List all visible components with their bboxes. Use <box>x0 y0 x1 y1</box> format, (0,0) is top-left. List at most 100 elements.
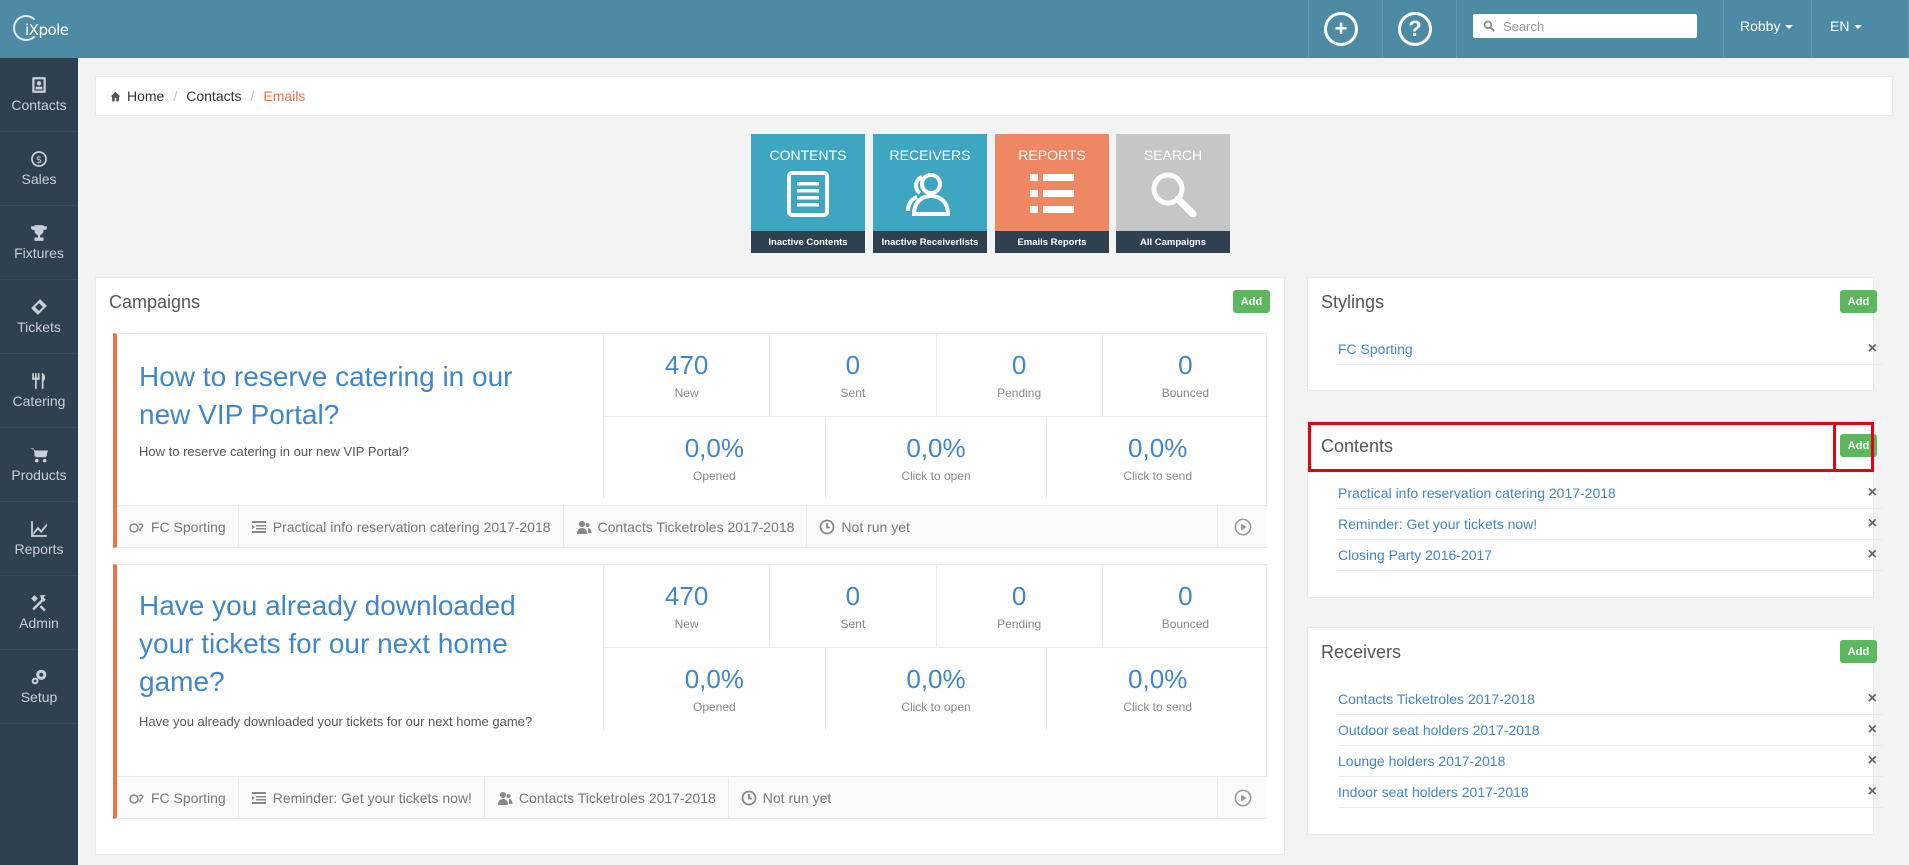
tile-footer[interactable]: Inactive Contents <box>751 231 865 253</box>
sidebar-item-label: Sales <box>21 171 57 187</box>
sidebar-item-reports[interactable]: Reports <box>0 502 78 576</box>
stat-value: 0,0% <box>684 664 744 694</box>
meta-styling[interactable]: FC Sporting <box>117 777 239 818</box>
logo[interactable]: iXpole <box>0 0 78 58</box>
stat-opened: 0,0% Opened <box>604 417 826 499</box>
panel-title: Stylings <box>1321 292 1385 312</box>
tile-footer[interactable]: Inactive Receiverlists <box>873 231 987 253</box>
clock-icon <box>820 519 835 534</box>
plus-circle-icon[interactable]: + <box>1324 12 1358 46</box>
close-icon[interactable]: × <box>1868 721 1877 739</box>
tile-reports[interactable]: REPORTS Emails Reports <box>995 134 1109 253</box>
stat-new: 470 New <box>604 334 771 416</box>
content-link[interactable]: Reminder: Get your tickets now! <box>1338 516 1537 532</box>
meta-content[interactable]: Practical info reservation catering 2017… <box>239 506 564 547</box>
meta-content[interactable]: Reminder: Get your tickets now! <box>239 777 485 818</box>
search-icon <box>1151 172 1197 217</box>
styling-link[interactable]: FC Sporting <box>1338 341 1413 357</box>
sidebar-item-label: Catering <box>12 393 66 409</box>
cutlery-icon <box>32 373 46 389</box>
receiver-link[interactable]: Outdoor seat holders 2017-2018 <box>1338 722 1540 738</box>
meta-text: Contacts Ticketroles 2017-2018 <box>518 789 716 806</box>
list-item: Reminder: Get your tickets now! × <box>1338 509 1883 540</box>
meta-receivers[interactable]: Contacts Ticketroles 2017-2018 <box>564 506 808 547</box>
chevron-down-icon <box>1785 25 1794 30</box>
receiver-link[interactable]: Lounge holders 2017-2018 <box>1338 753 1505 769</box>
close-icon[interactable]: × <box>1868 783 1877 801</box>
meta-text: Practical info reservation catering 2017… <box>272 518 551 535</box>
stat-value: 0,0% <box>906 664 966 694</box>
add-campaign-button[interactable]: Add <box>1233 290 1270 313</box>
receiver-link[interactable]: Indoor seat holders 2017-2018 <box>1338 784 1529 800</box>
tools-icon <box>31 595 46 612</box>
close-icon[interactable]: × <box>1868 340 1877 358</box>
sidebar: iXpole Contacts $ Sales Fixtures Tickets… <box>0 0 78 865</box>
users-icon <box>906 173 951 216</box>
breadcrumb-home[interactable]: Home <box>127 88 164 104</box>
users-icon <box>576 520 592 534</box>
add-receiver-button[interactable]: Add <box>1840 640 1877 663</box>
close-icon[interactable]: × <box>1868 690 1877 708</box>
content-icon <box>251 791 266 804</box>
sidebar-item-tickets[interactable]: Tickets <box>0 280 78 354</box>
close-icon[interactable]: × <box>1868 515 1877 533</box>
stat-label: Sent <box>840 386 866 400</box>
tile-footer[interactable]: All Campaigns <box>1116 231 1230 253</box>
play-circle-icon <box>1234 518 1251 535</box>
tile-footer[interactable]: Emails Reports <box>995 231 1109 253</box>
play-button[interactable] <box>1217 505 1267 548</box>
tile-search[interactable]: SEARCH All Campaigns <box>1116 134 1230 253</box>
styling-icon <box>129 793 144 804</box>
user-menu[interactable]: Robby <box>1740 18 1794 34</box>
sidebar-item-sales[interactable]: $ Sales <box>0 132 78 206</box>
language-menu[interactable]: EN <box>1830 18 1863 34</box>
receiver-link[interactable]: Contacts Ticketroles 2017-2018 <box>1338 691 1535 707</box>
svg-text:$: $ <box>36 155 42 166</box>
meta-text: Not run yet <box>841 518 910 535</box>
search-box[interactable] <box>1473 14 1697 38</box>
campaign-meta: FC Sporting Reminder: Get your tickets n… <box>117 776 1267 819</box>
breadcrumb-separator: / <box>173 88 178 104</box>
stat-bounced: 0 Bounced <box>1103 334 1268 416</box>
ticket-icon <box>31 299 47 315</box>
sidebar-item-label: Fixtures <box>14 245 64 261</box>
meta-styling[interactable]: FC Sporting <box>117 506 239 547</box>
search-input[interactable] <box>1503 18 1683 34</box>
topbar-divider <box>1811 0 1812 58</box>
list-item: Closing Party 2016-2017 × <box>1338 540 1883 571</box>
close-icon[interactable]: × <box>1868 546 1877 564</box>
content-link[interactable]: Practical info reservation catering 2017… <box>1338 485 1616 501</box>
meta-status: Not run yet <box>729 777 843 818</box>
stat-sent: 0 Sent <box>770 565 937 647</box>
campaign-title[interactable]: How to reserve catering in our new VIP P… <box>139 358 559 434</box>
add-styling-button[interactable]: Add <box>1840 290 1877 313</box>
sidebar-item-catering[interactable]: Catering <box>0 354 78 428</box>
content-link[interactable]: Closing Party 2016-2017 <box>1338 547 1492 563</box>
home-icon <box>110 91 121 101</box>
sidebar-item-fixtures[interactable]: Fixtures <box>0 206 78 280</box>
stat-value: 0,0% <box>1128 433 1188 463</box>
topbar-divider <box>1456 0 1457 58</box>
campaign-title[interactable]: Have you already downloaded your tickets… <box>139 587 559 701</box>
stat-label: New <box>674 386 699 400</box>
sidebar-item-admin[interactable]: Admin <box>0 576 78 650</box>
sidebar-item-products[interactable]: Products <box>0 428 78 502</box>
list-item: FC Sporting × <box>1338 334 1883 365</box>
topbar-divider <box>1308 0 1309 58</box>
question-circle-icon[interactable]: ? <box>1398 12 1432 46</box>
chart-icon <box>31 521 47 537</box>
sidebar-item-setup[interactable]: Setup <box>0 650 78 724</box>
breadcrumb-contacts[interactable]: Contacts <box>186 88 241 104</box>
topbar-divider <box>1382 0 1383 58</box>
close-icon[interactable]: × <box>1868 484 1877 502</box>
tile-receivers[interactable]: RECEIVERS Inactive Receiverlists <box>873 134 987 253</box>
tile-contents[interactable]: CONTENTS Inactive Contents <box>751 134 865 253</box>
gears-icon <box>31 669 47 685</box>
stat-label: Sent <box>840 617 866 631</box>
campaign-stats: 470 New 0 Sent 0 Pending 0 Bounced 0,0% Opene… <box>603 334 1268 499</box>
sidebar-item-contacts[interactable]: Contacts <box>0 58 78 132</box>
play-button[interactable] <box>1217 776 1267 819</box>
meta-receivers[interactable]: Contacts Ticketroles 2017-2018 <box>485 777 729 818</box>
close-icon[interactable]: × <box>1868 752 1877 770</box>
sidebar-item-label: Reports <box>14 541 64 557</box>
